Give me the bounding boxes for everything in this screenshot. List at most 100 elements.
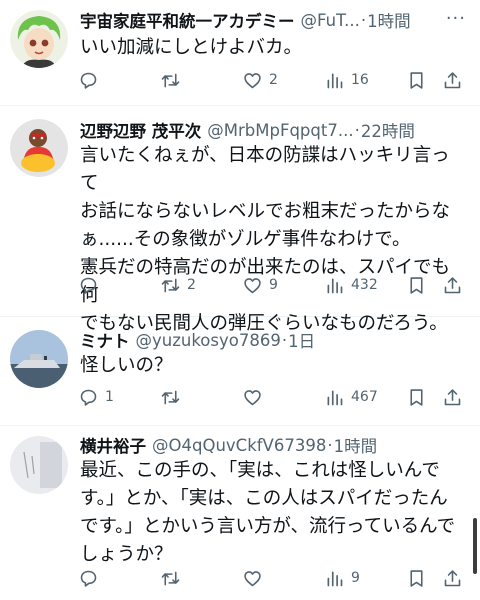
bookmark-button[interactable]: [406, 566, 427, 590]
like-icon: [244, 389, 261, 405]
like-count: 2: [269, 72, 278, 88]
share-button[interactable]: [442, 68, 463, 92]
bookmark-icon: [410, 569, 423, 587]
share-button[interactable]: [442, 385, 463, 409]
more-options-icon[interactable]: ···: [446, 8, 466, 29]
avatar[interactable]: [10, 330, 68, 388]
display-name[interactable]: 辺野辺野 茂平次: [80, 118, 201, 142]
user-handle[interactable]: @FuT...: [301, 11, 360, 30]
bookmark-button[interactable]: [406, 273, 427, 297]
views-count: 9: [351, 570, 360, 586]
views-button[interactable]: 9: [324, 566, 360, 590]
share-icon: [444, 71, 461, 88]
reply-button[interactable]: [78, 273, 105, 297]
display-name[interactable]: 宇宙家庭平和統一アカデミー: [80, 8, 295, 32]
tweet-text-line: ぁ......その象徴がゾルゲ事件なわけで。: [80, 229, 411, 250]
tweet-header: 横井裕子 @O4qQuvCkfV67398 · 1時間: [80, 433, 460, 457]
tweet-text-line: しょうか？: [80, 544, 173, 565]
views-icon: [327, 278, 343, 293]
tweet-text-line: いい加減にしとけよバカ。: [80, 37, 303, 58]
tweet[interactable]: 辺野辺野 茂平次 @MrbMpFqpqt7... · 22時間 言いたくねぇが、…: [0, 106, 480, 334]
tweet-text: 怪しいの？: [80, 352, 466, 380]
like-icon: [244, 570, 261, 586]
like-button[interactable]: [242, 566, 269, 590]
like-icon: [244, 277, 261, 293]
views-button[interactable]: 467: [324, 385, 378, 409]
views-count: 467: [351, 389, 378, 405]
tweet-text-line: す。」とか、「実は、この人はスパイだったん: [80, 488, 448, 509]
display-name[interactable]: 横井裕子: [80, 433, 146, 457]
share-button[interactable]: [442, 273, 463, 297]
tweet-text: いい加減にしとけよバカ。: [80, 34, 466, 62]
views-button[interactable]: 432: [324, 273, 378, 297]
share-icon: [444, 569, 461, 586]
tweet-text-line: 最近、この手の、「実は、これは怪しいんで: [80, 460, 440, 481]
tweet-text: 最近、この手の、「実は、これは怪しいんで す。」とか、「実は、この人はスパイだっ…: [80, 457, 466, 569]
tweet-text: 言いたくねぇが、日本の防諜はハッキリ言って お話にならないレベルでお粗末だったか…: [80, 142, 466, 338]
like-button[interactable]: [242, 385, 269, 409]
retweet-button[interactable]: [160, 68, 187, 92]
timestamp[interactable]: 1時間: [334, 433, 378, 457]
retweet-button[interactable]: 2: [160, 273, 196, 297]
share-icon: [444, 388, 461, 405]
retweet-button[interactable]: [160, 385, 187, 409]
timestamp[interactable]: 22時間: [361, 118, 415, 142]
retweet-icon: [161, 73, 180, 87]
tweet-text-line: 言いたくねぇが、日本の防諜はハッキリ言って: [80, 145, 450, 194]
user-handle[interactable]: @O4qQuvCkfV67398: [152, 436, 326, 455]
tweet[interactable]: 横井裕子 @O4qQuvCkfV67398 · 1時間 最近、この手の、「実は、…: [0, 426, 480, 600]
user-handle[interactable]: @MrbMpFqpqt7...: [207, 121, 353, 140]
tweet[interactable]: ミナト @yuzukosyo7869 · 1日 怪しいの？ 1 467: [0, 317, 480, 426]
reply-icon: [80, 570, 97, 587]
tweet-header: 宇宙家庭平和統一アカデミー @FuT... · 1時間: [80, 8, 460, 32]
dot-separator: ·: [354, 120, 360, 140]
reply-icon: [80, 277, 97, 294]
reply-button[interactable]: 1: [78, 385, 114, 409]
tweet-actions: 2 9 432: [78, 273, 470, 297]
avatar[interactable]: [10, 436, 68, 494]
avatar[interactable]: [10, 10, 68, 68]
share-button[interactable]: [442, 566, 463, 590]
user-handle[interactable]: @yuzukosyo7869: [136, 331, 281, 350]
reply-button[interactable]: [78, 68, 105, 92]
tweet-actions: 9: [78, 566, 470, 590]
bookmark-button[interactable]: [406, 68, 427, 92]
scrollbar[interactable]: [473, 518, 477, 574]
tweet-header: ミナト @yuzukosyo7869 · 1日: [80, 328, 460, 352]
dot-separator: ·: [360, 10, 367, 30]
bookmark-icon: [410, 276, 423, 294]
views-count: 432: [351, 277, 378, 293]
views-button[interactable]: 16: [324, 68, 369, 92]
tweet[interactable]: 宇宙家庭平和統一アカデミー @FuT... · 1時間 ··· いい加減にしとけ…: [0, 0, 480, 106]
timestamp[interactable]: 1時間: [367, 8, 411, 32]
tweet-text-line: 怪しいの？: [80, 355, 173, 376]
retweet-button[interactable]: [160, 566, 187, 590]
avatar[interactable]: [10, 119, 68, 177]
reply-icon: [80, 72, 97, 89]
like-button[interactable]: 9: [242, 273, 278, 297]
tweet-text-line: お話にならないレベルでお粗末だったからな: [80, 201, 451, 222]
like-count: 9: [269, 277, 278, 293]
display-name[interactable]: ミナト: [80, 328, 130, 352]
tweet-actions: 2 16: [78, 68, 470, 92]
dot-separator: ·: [281, 330, 288, 350]
retweet-icon: [161, 571, 180, 585]
views-icon: [327, 73, 343, 88]
tweet-text-line: です。」とかいう言い方が、流行っているんで: [80, 516, 456, 537]
views-icon: [327, 571, 343, 586]
bookmark-icon: [410, 71, 423, 89]
timeline-feed: 宇宙家庭平和統一アカデミー @FuT... · 1時間 ··· いい加減にしとけ…: [0, 0, 480, 600]
like-icon: [244, 72, 261, 88]
reply-icon: [80, 389, 97, 406]
like-button[interactable]: 2: [242, 68, 278, 92]
reply-button[interactable]: [78, 566, 105, 590]
views-icon: [327, 390, 343, 405]
retweet-count: 2: [187, 277, 196, 293]
bookmark-icon: [410, 388, 423, 406]
bookmark-button[interactable]: [406, 385, 427, 409]
share-icon: [444, 276, 461, 293]
tweet-header: 辺野辺野 茂平次 @MrbMpFqpqt7... · 22時間: [80, 118, 460, 142]
timestamp[interactable]: 1日: [288, 328, 315, 352]
views-count: 16: [351, 72, 369, 88]
dot-separator: ·: [327, 435, 333, 455]
